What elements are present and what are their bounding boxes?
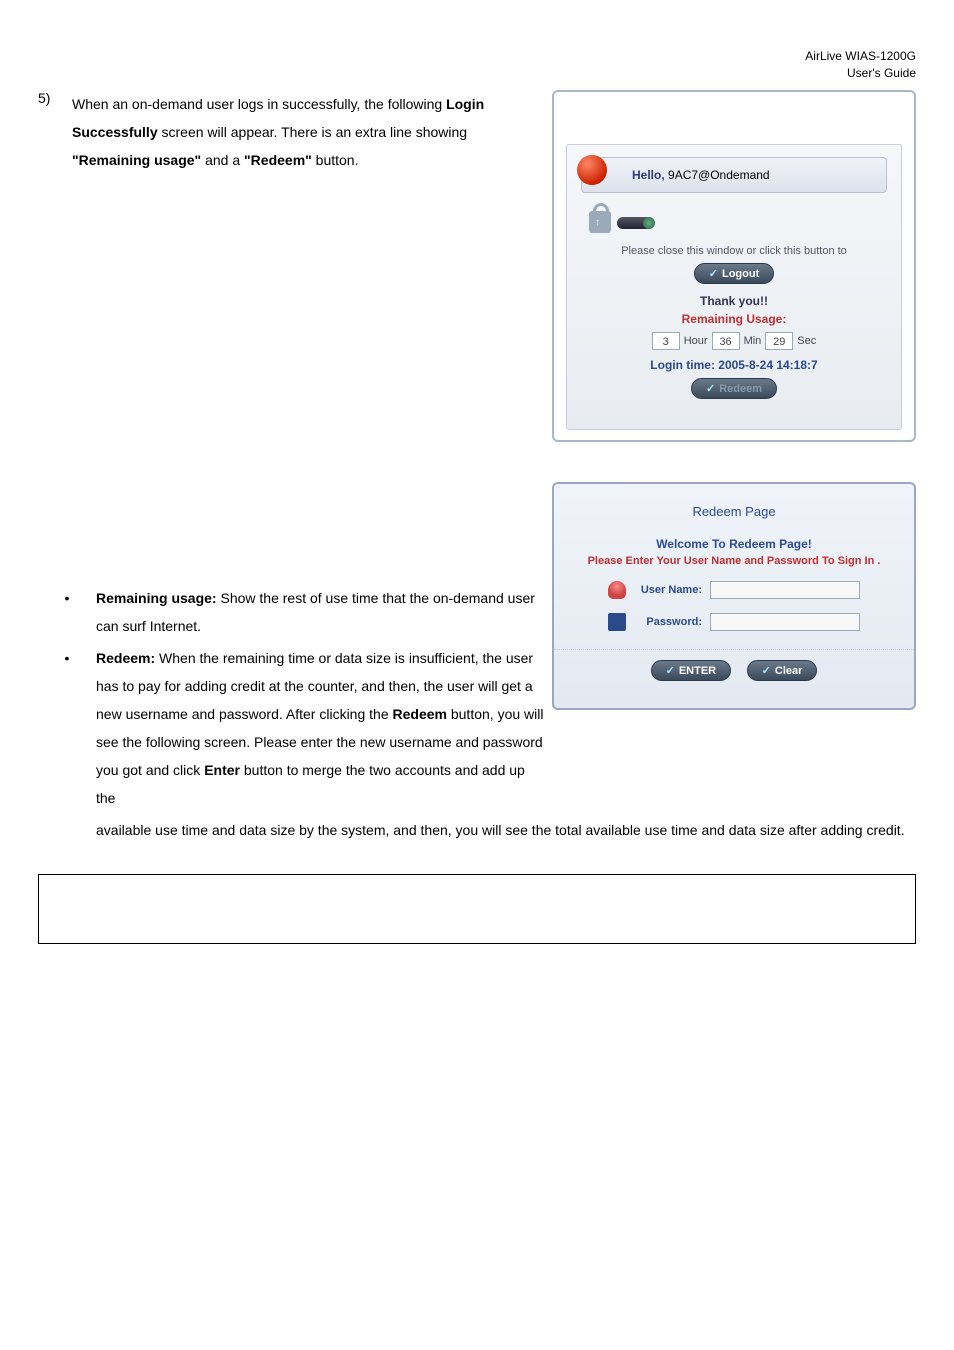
step-5-paragraph: When an on-demand user logs in successfu…	[72, 90, 547, 174]
user-icon	[608, 581, 626, 599]
min-label: Min	[744, 335, 762, 347]
bullet-icon: •	[38, 584, 96, 640]
login-time-text: Login time: 2005-8-24 14:18:7	[567, 358, 901, 372]
connection-icon: ↑	[589, 207, 659, 237]
remaining-usage-label: Remaining Usage:	[567, 312, 901, 326]
remaining-time-row: 3 Hour 36 Min 29 Sec	[567, 332, 901, 350]
password-row: Password:	[554, 613, 914, 631]
please-close-text: Please close this window or click this b…	[567, 245, 901, 257]
username-input[interactable]	[710, 581, 860, 599]
password-label: Password:	[634, 616, 702, 628]
hour-value: 3	[652, 332, 680, 350]
username-label: User Name:	[634, 584, 702, 596]
username-row: User Name:	[554, 581, 914, 599]
page-header: AirLive WIAS-1200G User's Guide	[805, 48, 916, 82]
redeem-welcome: Welcome To Redeem Page!	[554, 537, 914, 551]
redeem-button[interactable]: ✓Redeem	[691, 378, 777, 399]
enter-button[interactable]: ✓ENTER	[651, 660, 732, 681]
sec-value: 29	[765, 332, 793, 350]
min-value: 36	[712, 332, 740, 350]
bullet-redeem: Redeem: When the remaining time or data …	[96, 644, 548, 812]
bullet-remaining-usage: Remaining usage: Show the rest of use ti…	[96, 584, 548, 640]
bullet-continuation: available use time and data size by the …	[96, 816, 954, 844]
list-number: 5)	[38, 90, 50, 106]
password-input[interactable]	[710, 613, 860, 631]
product-name: AirLive WIAS-1200G	[805, 49, 916, 63]
bullet-icon: •	[38, 644, 96, 812]
redeem-instruction: Please Enter Your User Name and Password…	[554, 555, 914, 567]
thank-you-text: Thank you!!	[567, 294, 901, 308]
caution-box	[38, 874, 916, 944]
bold-remaining-usage: "Remaining usage"	[72, 152, 201, 168]
sec-label: Sec	[797, 335, 816, 347]
bold-redeem: "Redeem"	[244, 152, 312, 168]
redeem-page-title: Redeem Page	[554, 504, 914, 519]
password-icon	[608, 613, 626, 631]
doc-title: User's Guide	[847, 66, 916, 80]
logout-button[interactable]: ✓Logout	[694, 263, 774, 284]
clear-button[interactable]: ✓Clear	[747, 660, 818, 681]
hour-label: Hour	[684, 335, 708, 347]
redeem-page-screenshot: Redeem Page Welcome To Redeem Page! Plea…	[552, 482, 916, 710]
